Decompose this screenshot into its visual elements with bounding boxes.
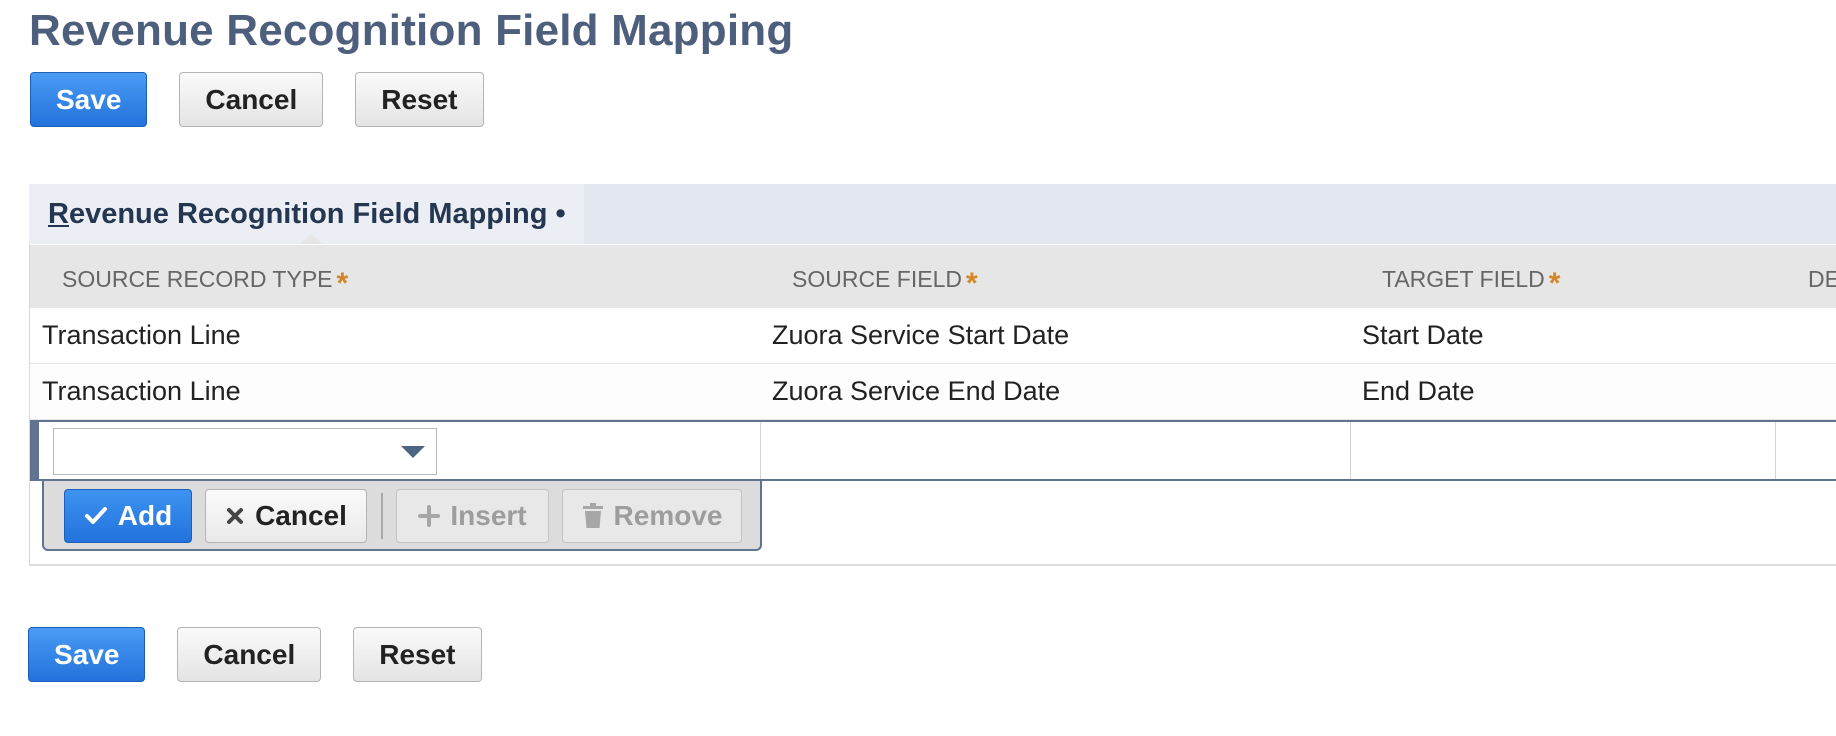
line-action-bar: Add Cancel Insert Remove bbox=[42, 481, 762, 551]
page-title: Revenue Recognition Field Mapping bbox=[29, 6, 794, 55]
table-row[interactable]: Transaction Line Zuora Service End Date … bbox=[30, 364, 1836, 420]
insert-line-button[interactable]: Insert bbox=[396, 489, 549, 543]
table-row[interactable]: Transaction Line Zuora Service Start Dat… bbox=[30, 308, 1836, 364]
tab-label[interactable]: Revenue Recognition Field Mapping • bbox=[48, 198, 566, 231]
bottom-toolbar: Save Cancel Reset bbox=[28, 627, 482, 682]
trash-icon bbox=[582, 503, 604, 529]
tab-dot: • bbox=[555, 198, 566, 230]
edit-row bbox=[30, 420, 1836, 481]
cancel-button[interactable]: Cancel bbox=[179, 72, 324, 127]
target-field-edit-cell[interactable] bbox=[1351, 422, 1775, 479]
cell-source-field: Zuora Service End Date bbox=[772, 376, 1061, 406]
action-bar-divider bbox=[381, 493, 383, 539]
cell-source-record-type: Transaction Line bbox=[42, 376, 241, 406]
cell-source-record-type: Transaction Line bbox=[42, 320, 241, 350]
save-button[interactable]: Save bbox=[30, 72, 148, 127]
close-icon bbox=[225, 506, 245, 526]
remove-line-button[interactable]: Remove bbox=[562, 489, 742, 543]
column-header-target-field[interactable]: Target Field * bbox=[1382, 266, 1560, 301]
column-header-description[interactable]: Des bbox=[1808, 266, 1836, 293]
required-icon: * bbox=[336, 267, 349, 300]
reset-button[interactable]: Reset bbox=[355, 72, 484, 127]
save-button-bottom[interactable]: Save bbox=[28, 627, 146, 682]
cancel-line-button[interactable]: Cancel bbox=[205, 489, 367, 543]
cancel-button-bottom[interactable]: Cancel bbox=[177, 627, 322, 682]
cell-source-field: Zuora Service Start Date bbox=[772, 320, 1070, 350]
plus-icon bbox=[418, 505, 441, 527]
tab-label-accesskey: R bbox=[48, 198, 69, 230]
reset-button-bottom[interactable]: Reset bbox=[353, 627, 482, 682]
check-icon bbox=[84, 506, 108, 526]
column-divider bbox=[1775, 422, 1776, 479]
top-toolbar: Save Cancel Reset bbox=[30, 72, 484, 127]
source-record-type-select[interactable] bbox=[53, 428, 437, 475]
page: Revenue Recognition Field Mapping Save C… bbox=[0, 0, 1836, 736]
tab-label-text: evenue Recognition Field Mapping bbox=[68, 198, 548, 230]
add-line-button[interactable]: Add bbox=[64, 489, 192, 543]
required-icon: * bbox=[965, 267, 978, 300]
cell-target-field: End Date bbox=[1362, 376, 1475, 406]
required-icon: * bbox=[1548, 267, 1561, 300]
cell-target-field: Start Date bbox=[1362, 320, 1484, 350]
column-header-source-field[interactable]: Source Field * bbox=[792, 266, 978, 301]
chevron-down-icon[interactable] bbox=[401, 446, 425, 458]
column-header-source-record-type[interactable]: Source Record Type * bbox=[62, 266, 348, 301]
edit-row-marker bbox=[30, 422, 39, 479]
source-field-edit-cell[interactable] bbox=[761, 422, 1350, 479]
